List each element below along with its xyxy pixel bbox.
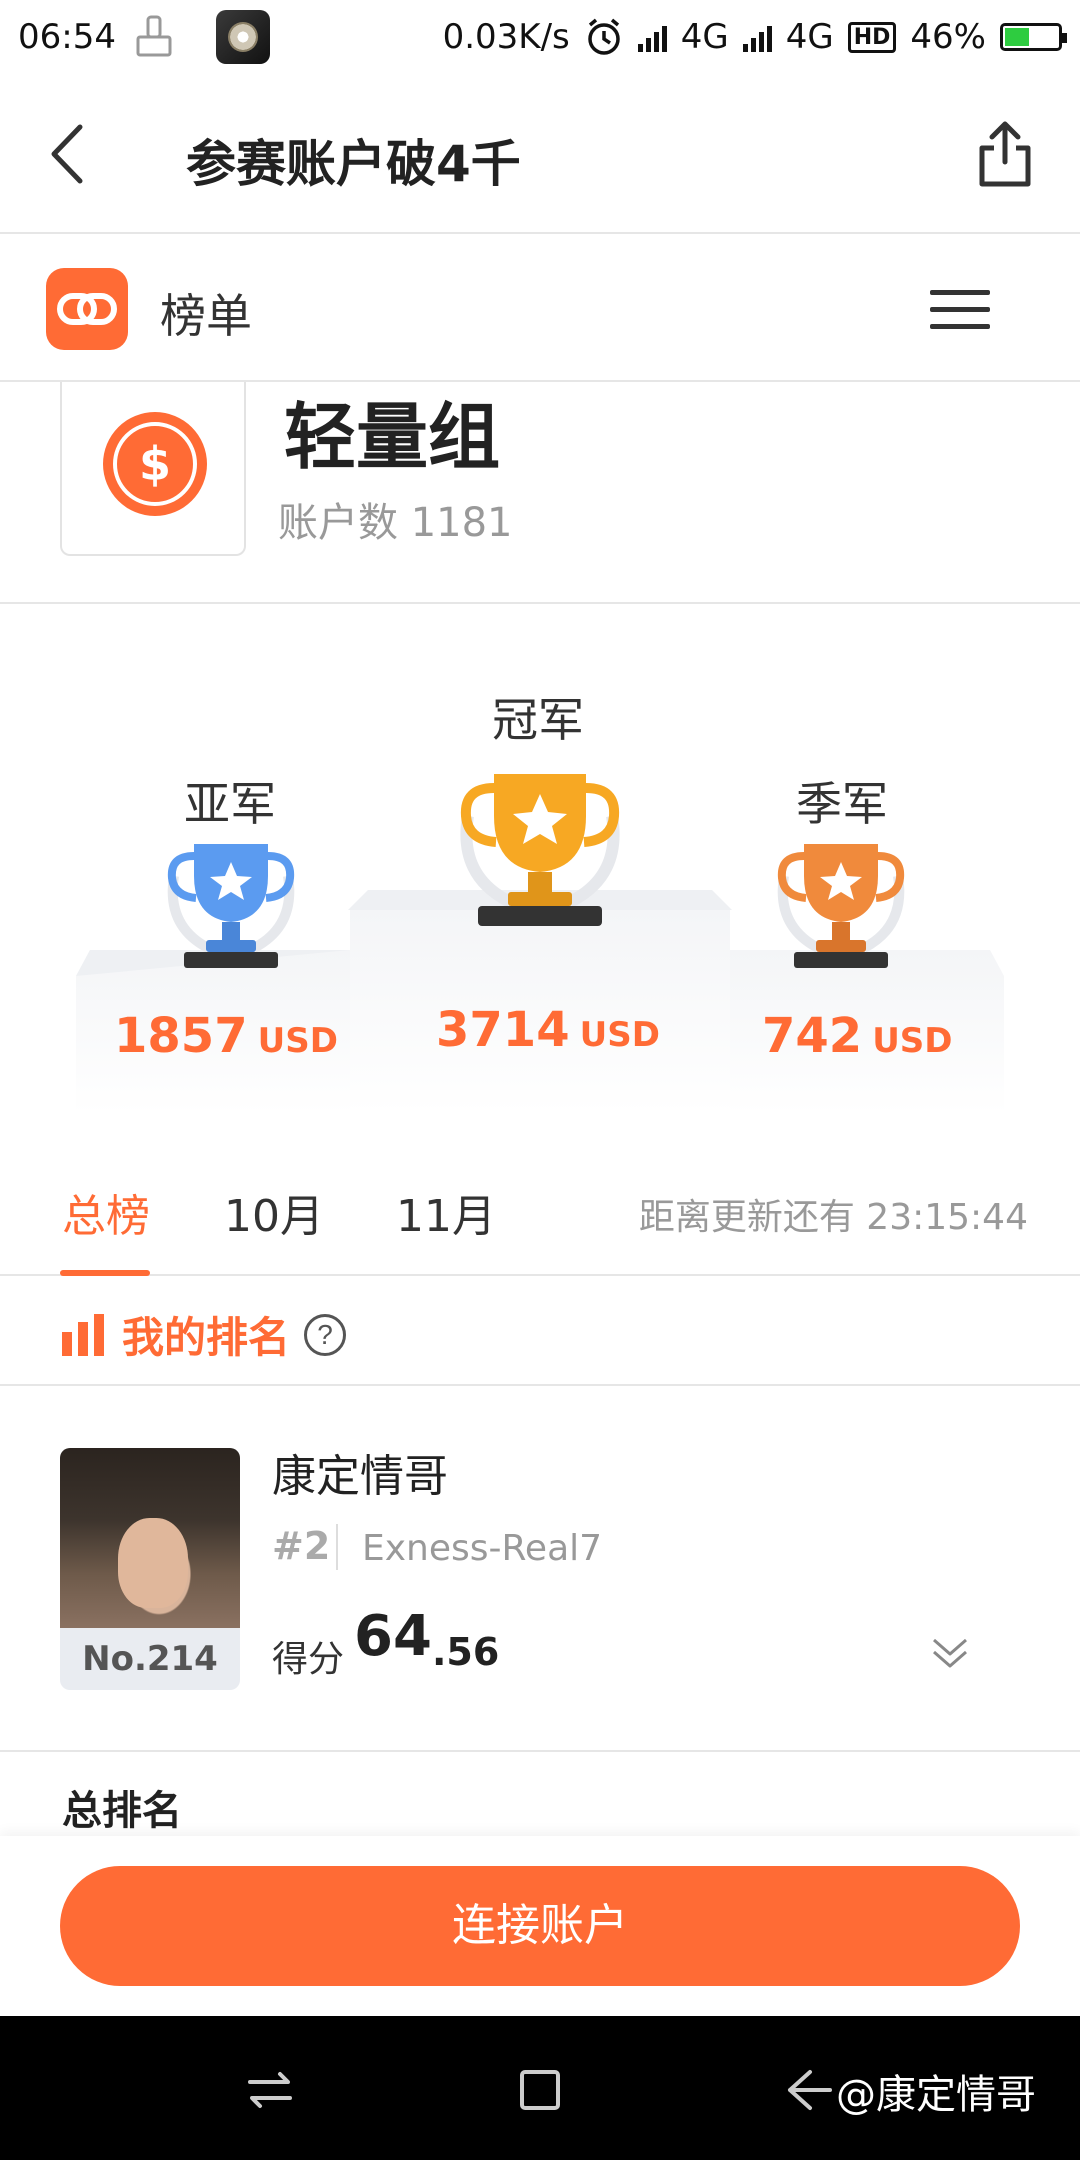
- total-ranking-title: 总排名: [62, 1788, 182, 1834]
- battery-percent: 46%: [910, 17, 986, 57]
- first-place-prize: 3714 USD: [436, 1002, 660, 1058]
- chevron-down-icon[interactable]: [930, 1632, 970, 1672]
- score-integer: 64: [354, 1604, 432, 1669]
- watermark: @康定情哥: [836, 2072, 1036, 2118]
- system-nav-bar: @康定情哥: [0, 2016, 1080, 2160]
- update-countdown: 距离更新还有 23:15:44: [638, 1197, 1028, 1238]
- group-card: $ 轻量组 账户数 1181: [0, 382, 1080, 604]
- sub-header-title: 榜单: [160, 289, 252, 343]
- network-type-1: 4G: [680, 17, 729, 57]
- page-title: 参赛账户破4千: [186, 135, 521, 193]
- active-tab-indicator: [60, 1270, 150, 1276]
- tab-november[interactable]: 11月: [396, 1180, 496, 1244]
- silver-trophy-icon: [167, 844, 295, 968]
- link-icon: [57, 293, 117, 325]
- gold-trophy-icon: [460, 774, 620, 926]
- my-rank-title: 我的排名: [122, 1313, 291, 1362]
- ranking-tabs: 总榜 10月 11月 距离更新还有 23:15:44: [0, 1140, 1080, 1276]
- network-speed: 0.03K/s: [442, 17, 570, 57]
- top-nav: 参赛账户破4千: [0, 74, 1080, 234]
- network-type-2: 4G: [785, 17, 834, 57]
- first-place-amount: 3714: [436, 1002, 570, 1058]
- status-bar: 06:54 0.03K/s 4G 4G HD 46%: [0, 0, 1080, 74]
- bottom-action-bar: 连接账户: [0, 1836, 1080, 2016]
- signal-2-icon: [742, 22, 772, 52]
- bronze-trophy-icon: [777, 844, 905, 968]
- second-place-prize: 1857 USD: [114, 1008, 338, 1064]
- my-rank-card[interactable]: No.214 康定情哥 #2 Exness-Real7 得分 64 .56: [0, 1388, 1080, 1752]
- group-account-count: 账户数 1181: [278, 500, 513, 546]
- avatar: [60, 1448, 240, 1628]
- third-place-amount: 742: [762, 1008, 863, 1064]
- second-place-label: 亚军: [184, 777, 276, 831]
- group-icon-box: $: [60, 382, 246, 556]
- score-decimal: .56: [432, 1630, 500, 1674]
- hd-icon: HD: [847, 21, 897, 53]
- cleanup-icon: [136, 15, 172, 57]
- my-rank-header: 我的排名 ?: [0, 1278, 1080, 1386]
- app-notification-icon: [215, 10, 270, 64]
- battery-icon: [1000, 23, 1067, 51]
- avatar-rank-no: No.214: [82, 1639, 218, 1679]
- signal-1-icon: [637, 22, 667, 52]
- back-icon[interactable]: [40, 119, 100, 189]
- group-name: 轻量组: [284, 395, 501, 479]
- second-place-amount: 1857: [114, 1008, 248, 1064]
- connect-account-button[interactable]: 连接账户: [60, 1866, 1020, 1986]
- second-place-unit: USD: [257, 1021, 338, 1061]
- menu-icon[interactable]: [930, 290, 990, 330]
- svg-text:$: $: [139, 437, 171, 491]
- divider: [336, 1524, 338, 1570]
- user-group-rank: #2: [272, 1524, 331, 1568]
- tab-october[interactable]: 10月: [224, 1180, 324, 1244]
- user-name: 康定情哥: [272, 1451, 448, 1502]
- alarm-icon: [588, 18, 620, 55]
- tab-overall[interactable]: 总榜: [62, 1180, 150, 1244]
- score-label: 得分: [272, 1639, 345, 1680]
- third-place-prize: 742 USD: [762, 1008, 953, 1064]
- third-place-unit: USD: [872, 1021, 953, 1061]
- app-logo: [46, 268, 128, 350]
- third-place-label: 季军: [796, 777, 888, 831]
- recents-switch-icon[interactable]: [242, 2062, 298, 2118]
- status-time: 06:54: [18, 17, 116, 57]
- back-nav-icon[interactable]: [780, 2062, 836, 2118]
- share-icon[interactable]: [974, 118, 1036, 190]
- home-icon[interactable]: [512, 2062, 568, 2118]
- help-icon[interactable]: ?: [304, 1314, 346, 1356]
- first-place-unit: USD: [579, 1015, 660, 1055]
- sub-header: 榜单: [0, 236, 1080, 382]
- first-place-label: 冠军: [492, 693, 584, 747]
- dollar-coin-icon: $: [103, 412, 207, 516]
- avatar-card: No.214: [60, 1448, 240, 1690]
- user-account: Exness-Real7: [362, 1528, 603, 1569]
- podium: 亚军 冠军 季军 1857 USD 3714 USD 742 USD: [0, 604, 1080, 1124]
- bar-chart-icon: [62, 1314, 104, 1356]
